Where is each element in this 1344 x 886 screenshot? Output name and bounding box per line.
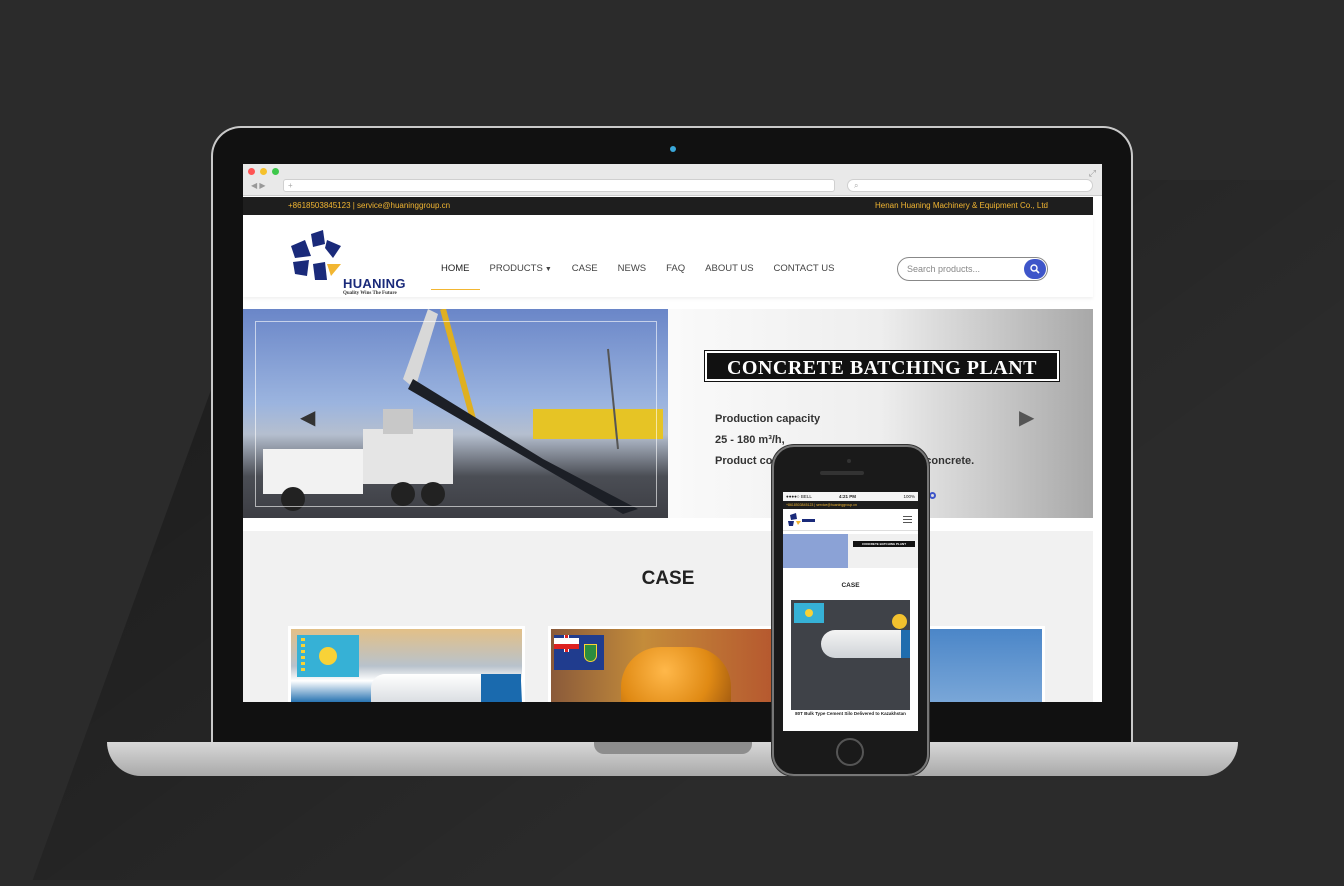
phone-logo-icon bbox=[788, 513, 815, 526]
slider-next-icon[interactable]: ▶ bbox=[1019, 405, 1034, 430]
nav-about-us[interactable]: ABOUT US bbox=[695, 263, 763, 290]
fullscreen-icon[interactable]: ⤢ bbox=[1089, 168, 1096, 179]
phone-hero bbox=[783, 534, 918, 568]
phone-time: 4:21 PM bbox=[839, 494, 857, 499]
bvi-flag-icon bbox=[554, 635, 604, 670]
browser-nav-buttons[interactable]: ◀ ▶ bbox=[251, 181, 266, 190]
phone-battery: 100% bbox=[903, 494, 915, 499]
case-card-bvi[interactable] bbox=[548, 626, 785, 702]
minimize-window-icon[interactable] bbox=[260, 168, 267, 175]
phone-case-caption[interactable]: 80T Bulk Type Cement Silo Delivered to K… bbox=[791, 711, 910, 717]
main-nav: HOME PRODUCTS ▼ CASE NEWS FAQ ABOUT US CO… bbox=[431, 263, 844, 290]
nav-products[interactable]: PRODUCTS ▼ bbox=[480, 263, 562, 290]
case-section: CASE bbox=[243, 531, 1093, 702]
contact-info[interactable]: +8618503845123 | service@huaninggroup.cn bbox=[288, 201, 450, 210]
logo-mark-icon bbox=[291, 230, 341, 280]
nav-home[interactable]: HOME bbox=[431, 263, 480, 290]
search-button[interactable] bbox=[1024, 259, 1046, 279]
slider-prev-icon[interactable]: ◀ bbox=[300, 405, 315, 430]
phone-hero-title: CONCRETE BATCHING PLANT bbox=[853, 541, 915, 547]
contact-strip: +8618503845123 | service@huaninggroup.cn… bbox=[243, 197, 1093, 215]
phone-header bbox=[783, 509, 918, 531]
url-bar[interactable]: + bbox=[283, 179, 835, 192]
phone-home-button[interactable] bbox=[836, 738, 864, 766]
slider-dot[interactable] bbox=[929, 492, 936, 499]
search-icon bbox=[1030, 264, 1040, 274]
case-title: CASE bbox=[641, 568, 695, 589]
zoom-window-icon[interactable] bbox=[272, 168, 279, 175]
case-card-kazakhstan[interactable] bbox=[288, 626, 525, 702]
laptop-camera bbox=[670, 146, 676, 152]
site-header: HUANING Quality Wins The Future HOME PRO… bbox=[243, 215, 1093, 297]
laptop-notch bbox=[594, 742, 752, 754]
browser-chrome: ◀ ▶ + ⌕ ⤢ bbox=[243, 164, 1102, 196]
case-image bbox=[291, 629, 522, 702]
close-window-icon[interactable] bbox=[248, 168, 255, 175]
laptop-screen: ◀ ▶ + ⌕ ⤢ +8618503845123 | service@huani… bbox=[243, 164, 1102, 702]
browser-search-bar[interactable]: ⌕ bbox=[847, 179, 1093, 192]
silo-image bbox=[821, 630, 910, 658]
site-logo[interactable]: HUANING Quality Wins The Future bbox=[291, 230, 421, 296]
hero-line-1: Production capacity bbox=[715, 413, 821, 425]
phone-case-card[interactable] bbox=[791, 600, 910, 710]
phone-contact-strip: +8618503845123 | service@huaninggroup.cn bbox=[783, 501, 918, 509]
search-input[interactable]: Search products... bbox=[897, 257, 1048, 281]
logo-name: HUANING bbox=[343, 276, 406, 291]
hero-slider: CONCRETE BATCHING PLANT Production capac… bbox=[243, 309, 1093, 592]
nav-news[interactable]: NEWS bbox=[608, 263, 657, 290]
chevron-down-icon: ▼ bbox=[544, 266, 552, 273]
phone-status-bar: ●●●●○ BELL 4:21 PM 100% bbox=[783, 492, 918, 501]
phone-carrier: ●●●●○ BELL bbox=[786, 494, 812, 499]
kazakhstan-flag-icon bbox=[297, 635, 359, 677]
nav-faq[interactable]: FAQ bbox=[656, 263, 695, 290]
search-placeholder: Search products... bbox=[907, 264, 981, 274]
phone-speaker bbox=[820, 471, 864, 475]
phone-camera bbox=[847, 459, 851, 463]
nav-contact-us[interactable]: CONTACT US bbox=[764, 263, 845, 290]
phone-chat-icon[interactable] bbox=[892, 614, 907, 629]
kazakhstan-flag-icon bbox=[794, 603, 824, 623]
search-icon: ⌕ bbox=[854, 181, 859, 190]
case-image bbox=[551, 629, 782, 702]
menu-icon[interactable] bbox=[903, 516, 912, 523]
logo-tagline: Quality Wins The Future bbox=[343, 291, 397, 296]
phone-case-title: CASE bbox=[841, 582, 860, 589]
company-name: Henan Huaning Machinery & Equipment Co.,… bbox=[875, 201, 1048, 210]
hero-title: CONCRETE BATCHING PLANT bbox=[726, 357, 1038, 379]
nav-case[interactable]: CASE bbox=[562, 263, 608, 290]
phone-screen: ●●●●○ BELL 4:21 PM 100% +8618503845123 |… bbox=[783, 492, 918, 731]
nav-products-label: PRODUCTS bbox=[489, 263, 543, 274]
